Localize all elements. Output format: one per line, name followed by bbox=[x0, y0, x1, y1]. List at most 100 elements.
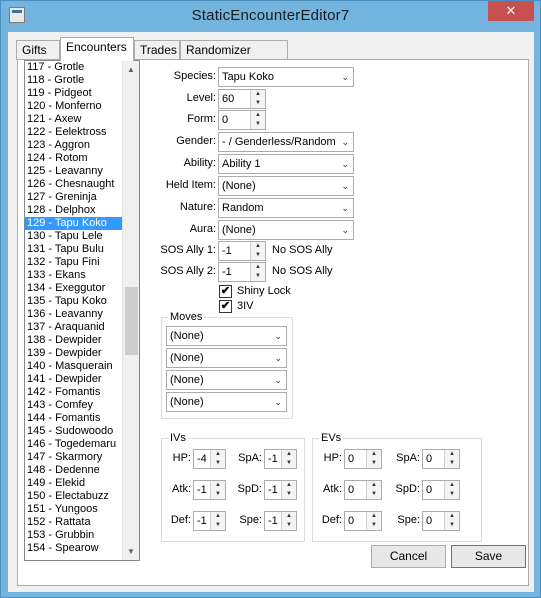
spin-up-icon[interactable]: ▲ bbox=[251, 242, 265, 251]
spin-up-icon[interactable]: ▲ bbox=[445, 512, 459, 521]
sos-ally-1-spin-buttons[interactable]: ▲ ▼ bbox=[250, 242, 265, 260]
ev-atk-value: 0 bbox=[348, 484, 355, 496]
ev-def-spin-buttons[interactable]: ▲ ▼ bbox=[366, 512, 381, 530]
ability-select[interactable]: Ability 1 ⌄ bbox=[218, 154, 354, 174]
iv-spa-spin-buttons[interactable]: ▲ ▼ bbox=[281, 450, 296, 468]
ev-atk-spin-buttons[interactable]: ▲ ▼ bbox=[366, 481, 381, 499]
move-2-select[interactable]: (None) ⌄ bbox=[166, 348, 287, 368]
iv-spa-stepper[interactable]: -1 ▲ ▼ bbox=[264, 449, 297, 469]
iv-spe-stepper[interactable]: -1 ▲ ▼ bbox=[264, 511, 297, 531]
iv-spd-stepper[interactable]: -1 ▲ ▼ bbox=[264, 480, 297, 500]
iv-atk-spin-buttons[interactable]: ▲ ▼ bbox=[210, 481, 225, 499]
spin-up-icon[interactable]: ▲ bbox=[211, 450, 225, 459]
species-select[interactable]: Tapu Koko ⌄ bbox=[218, 67, 354, 87]
scroll-down-icon[interactable]: ▼ bbox=[123, 543, 139, 560]
encounter-list[interactable]: 117 - Grotle 118 - Grotle 119 - Pidgeot 120… bbox=[24, 60, 140, 561]
ev-spd-stepper[interactable]: 0 ▲ ▼ bbox=[422, 480, 460, 500]
spin-down-icon[interactable]: ▼ bbox=[211, 459, 225, 468]
spin-down-icon[interactable]: ▼ bbox=[211, 490, 225, 499]
spin-down-icon[interactable]: ▼ bbox=[282, 459, 296, 468]
ev-atk-stepper[interactable]: 0 ▲ ▼ bbox=[344, 480, 382, 500]
spin-up-icon[interactable]: ▲ bbox=[367, 450, 381, 459]
ev-hp-label: HP: bbox=[323, 452, 342, 464]
sos-ally-1-stepper[interactable]: -1 ▲ ▼ bbox=[218, 241, 266, 261]
spin-down-icon[interactable]: ▼ bbox=[367, 459, 381, 468]
iv-atk-stepper[interactable]: -1 ▲ ▼ bbox=[193, 480, 226, 500]
ev-spe-stepper[interactable]: 0 ▲ ▼ bbox=[422, 511, 460, 531]
nature-select[interactable]: Random ⌄ bbox=[218, 198, 354, 218]
level-spin-buttons[interactable]: ▲ ▼ bbox=[250, 90, 265, 108]
form-value: 0 bbox=[222, 114, 229, 126]
spin-up-icon[interactable]: ▲ bbox=[445, 450, 459, 459]
sos-ally-2-stepper[interactable]: -1 ▲ ▼ bbox=[218, 262, 266, 282]
move-3-select[interactable]: (None) ⌄ bbox=[166, 370, 287, 390]
ev-def-stepper[interactable]: 0 ▲ ▼ bbox=[344, 511, 382, 531]
scroll-up-icon[interactable]: ▲ bbox=[123, 61, 139, 78]
iv-def-stepper[interactable]: -1 ▲ ▼ bbox=[193, 511, 226, 531]
spin-down-icon[interactable]: ▼ bbox=[445, 521, 459, 530]
spin-up-icon[interactable]: ▲ bbox=[282, 450, 296, 459]
ev-spa-spin-buttons[interactable]: ▲ ▼ bbox=[444, 450, 459, 468]
ev-spe-spin-buttons[interactable]: ▲ ▼ bbox=[444, 512, 459, 530]
spin-up-icon[interactable]: ▲ bbox=[211, 512, 225, 521]
sos-ally-2-value: -1 bbox=[222, 266, 232, 278]
spin-up-icon[interactable]: ▲ bbox=[282, 512, 296, 521]
ev-spa-stepper[interactable]: 0 ▲ ▼ bbox=[422, 449, 460, 469]
ev-spe-label: Spe: bbox=[397, 514, 420, 526]
form-stepper[interactable]: 0 ▲ ▼ bbox=[218, 110, 266, 130]
scroll-thumb[interactable] bbox=[125, 287, 138, 355]
nature-label: Nature: bbox=[179, 201, 216, 213]
spin-up-icon[interactable]: ▲ bbox=[367, 481, 381, 490]
spin-up-icon[interactable]: ▲ bbox=[251, 263, 265, 272]
spin-down-icon[interactable]: ▼ bbox=[251, 251, 265, 260]
spin-up-icon[interactable]: ▲ bbox=[282, 481, 296, 490]
ev-hp-spin-buttons[interactable]: ▲ ▼ bbox=[366, 450, 381, 468]
cancel-button[interactable]: Cancel bbox=[371, 545, 446, 568]
tab-randomizer-options[interactable]: Randomizer Options bbox=[180, 40, 288, 75]
spin-down-icon[interactable]: ▼ bbox=[445, 490, 459, 499]
sos-ally-2-text: No SOS Ally bbox=[272, 265, 333, 277]
level-stepper[interactable]: 60 ▲ ▼ bbox=[218, 89, 266, 109]
spin-up-icon[interactable]: ▲ bbox=[251, 111, 265, 120]
spin-up-icon[interactable]: ▲ bbox=[251, 90, 265, 99]
spin-down-icon[interactable]: ▼ bbox=[367, 490, 381, 499]
form-label: Form: bbox=[187, 113, 216, 125]
spin-down-icon[interactable]: ▼ bbox=[282, 521, 296, 530]
spin-down-icon[interactable]: ▼ bbox=[251, 99, 265, 108]
close-button[interactable]: ✕ bbox=[488, 1, 534, 21]
gender-select[interactable]: - / Genderless/Random ⌄ bbox=[218, 132, 354, 152]
save-button[interactable]: Save bbox=[451, 545, 526, 568]
tab-gifts[interactable]: Gifts bbox=[16, 40, 60, 60]
3iv-checkbox[interactable]: ✔ bbox=[219, 300, 232, 313]
sos-ally-2-label: SOS Ally 2: bbox=[160, 265, 216, 277]
spin-down-icon[interactable]: ▼ bbox=[367, 521, 381, 530]
ev-hp-stepper[interactable]: 0 ▲ ▼ bbox=[344, 449, 382, 469]
sos-ally-2-spin-buttons[interactable]: ▲ ▼ bbox=[250, 263, 265, 281]
iv-hp-stepper[interactable]: -4 ▲ ▼ bbox=[193, 449, 226, 469]
tab-trades[interactable]: Trades bbox=[134, 40, 180, 60]
spin-down-icon[interactable]: ▼ bbox=[251, 272, 265, 281]
spin-up-icon[interactable]: ▲ bbox=[211, 481, 225, 490]
iv-hp-spin-buttons[interactable]: ▲ ▼ bbox=[210, 450, 225, 468]
spin-down-icon[interactable]: ▼ bbox=[251, 120, 265, 129]
aura-select[interactable]: (None) ⌄ bbox=[218, 220, 354, 240]
iv-spe-spin-buttons[interactable]: ▲ ▼ bbox=[281, 512, 296, 530]
iv-spd-spin-buttons[interactable]: ▲ ▼ bbox=[281, 481, 296, 499]
form-spin-buttons[interactable]: ▲ ▼ bbox=[250, 111, 265, 129]
ev-spd-spin-buttons[interactable]: ▲ ▼ bbox=[444, 481, 459, 499]
move-4-select[interactable]: (None) ⌄ bbox=[166, 392, 287, 412]
spin-up-icon[interactable]: ▲ bbox=[367, 512, 381, 521]
ivs-group-title: IVs bbox=[168, 432, 188, 444]
held-item-select[interactable]: (None) ⌄ bbox=[218, 176, 354, 196]
app-window: StaticEncounterEditor7 ✕ Gifts Encounter… bbox=[0, 0, 541, 598]
spin-down-icon[interactable]: ▼ bbox=[282, 490, 296, 499]
iv-def-spin-buttons[interactable]: ▲ ▼ bbox=[210, 512, 225, 530]
encounters-tab-page: 117 - Grotle 118 - Grotle 119 - Pidgeot 120… bbox=[17, 59, 529, 586]
spin-down-icon[interactable]: ▼ bbox=[445, 459, 459, 468]
move-1-select[interactable]: (None) ⌄ bbox=[166, 326, 287, 346]
spin-up-icon[interactable]: ▲ bbox=[445, 481, 459, 490]
list-scrollbar[interactable]: ▲ ▼ bbox=[122, 61, 139, 560]
shiny-lock-checkbox[interactable]: ✔ bbox=[219, 285, 232, 298]
tab-encounters[interactable]: Encounters bbox=[60, 37, 134, 61]
spin-down-icon[interactable]: ▼ bbox=[211, 521, 225, 530]
